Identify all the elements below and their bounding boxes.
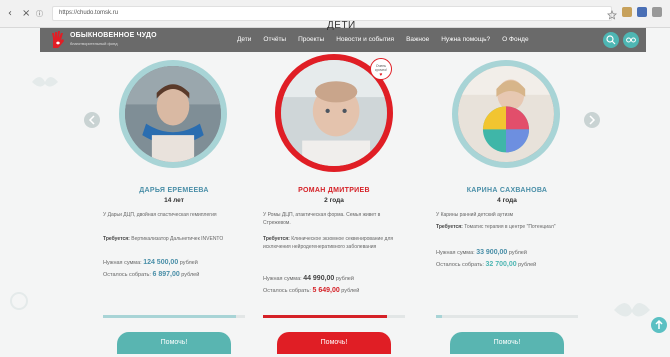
- child-card: ДАРЬЯ ЕРЕМЕЕВА 14 лет У Дарьи ДЦП, двойн…: [99, 60, 249, 357]
- scroll-top-button[interactable]: [651, 317, 667, 333]
- nav-item-about[interactable]: О Фонде: [502, 36, 528, 43]
- child-age: 4 года: [497, 197, 517, 204]
- back-icon[interactable]: ‹: [8, 8, 12, 19]
- child-name[interactable]: ДАРЬЯ ЕРЕМЕЕВА: [99, 187, 249, 194]
- accessibility-button[interactable]: [623, 32, 639, 48]
- menu-icon[interactable]: [652, 7, 662, 17]
- nav-item-need-help[interactable]: Нужна помощь?: [441, 36, 490, 43]
- star-icon[interactable]: [607, 7, 617, 20]
- child-description: У Дарьи ДЦП, двойная спастическая гемипл…: [103, 212, 217, 218]
- child-requirement: Требуется: Томатис терапия в центре "Пот…: [436, 224, 556, 230]
- child-age: 14 лет: [164, 197, 184, 204]
- funding-progress-bar: [436, 315, 578, 318]
- heart-icon: ♥: [379, 72, 383, 79]
- hand-logo-icon[interactable]: [50, 30, 66, 49]
- child-description: У Ромы ДЦП, атактическая форма. Семья жи…: [263, 212, 381, 226]
- site-header: ОБЫКНОВЕННОЕ ЧУДО благотворительный фонд…: [40, 20, 646, 52]
- butterfly-decoration: [32, 77, 58, 87]
- needed-sum: Нужная сумма: 44 990,00 рублей: [263, 275, 354, 282]
- nav-item-news[interactable]: Новости и события: [336, 36, 394, 43]
- needed-sum: Нужная сумма: 33 900,00 рублей: [436, 249, 527, 256]
- butterfly-decoration: [614, 303, 650, 317]
- main-nav: Дети Отчёты Проекты Новости и события Ва…: [237, 36, 529, 43]
- info-icon[interactable]: ⓘ: [36, 9, 43, 19]
- carousel-prev-button[interactable]: [84, 112, 100, 128]
- glasses-icon: [626, 37, 636, 43]
- close-tab-icon[interactable]: ×: [22, 8, 30, 19]
- logo-subtitle: благотворительный фонд: [70, 41, 118, 46]
- flower-decoration: [10, 292, 28, 310]
- remaining-sum: Осталось собрать: 32 700,00 рублей: [436, 261, 537, 268]
- remaining-sum: Осталось собрать: 6 897,00 рублей: [103, 271, 200, 278]
- child-card: КАРИНА САХВАНОВА 4 года У Карины ранний …: [432, 60, 582, 357]
- chevron-left-icon: [88, 115, 95, 125]
- nav-item-projects[interactable]: Проекты: [298, 36, 324, 43]
- child-photo[interactable]: [452, 60, 560, 168]
- funding-progress-bar: [263, 315, 405, 318]
- nav-item-reports[interactable]: Отчёты: [263, 36, 286, 43]
- funding-progress-bar: [103, 315, 245, 318]
- arrow-up-icon: [655, 320, 663, 329]
- remaining-sum: Осталось собрать: 5 649,00 рублей: [263, 287, 360, 294]
- carousel-next-button[interactable]: [584, 112, 600, 128]
- page-title: ДЕТИ: [327, 20, 356, 31]
- help-button[interactable]: Помочь!: [117, 332, 231, 354]
- nav-item-children[interactable]: Дети: [237, 36, 251, 43]
- child-description: У Карины ранний детский аутизм: [436, 212, 514, 218]
- search-button[interactable]: [603, 32, 619, 48]
- address-bar[interactable]: https://chudo.tomsk.ru: [52, 6, 612, 21]
- child-requirement: Требуется: Вертикализатор Дальнетичек IN…: [103, 236, 224, 242]
- urgent-badge: Очень срочно! ♥: [370, 58, 392, 80]
- help-button[interactable]: Помочь!: [277, 332, 391, 354]
- child-name[interactable]: РОМАН ДМИТРИЕВ: [259, 187, 409, 194]
- child-card: Очень срочно! ♥ РОМАН ДМИТРИЕВ 2 года У Р…: [259, 54, 409, 357]
- logo-title[interactable]: ОБЫКНОВЕННОЕ ЧУДО: [70, 32, 157, 39]
- extension-icon[interactable]: [622, 7, 632, 17]
- child-age: 2 года: [324, 197, 344, 204]
- child-name[interactable]: КАРИНА САХВАНОВА: [432, 187, 582, 194]
- help-button[interactable]: Помочь!: [450, 332, 564, 354]
- search-icon: [606, 35, 616, 45]
- nav-item-important[interactable]: Важное: [406, 36, 429, 43]
- needed-sum: Нужная сумма: 124 500,00 рублей: [103, 259, 198, 266]
- chevron-right-icon: [589, 115, 596, 125]
- child-photo[interactable]: [119, 60, 227, 168]
- child-requirement: Требуется: Клиническое экзомное секвенир…: [263, 236, 394, 250]
- extension-icon[interactable]: [637, 7, 647, 17]
